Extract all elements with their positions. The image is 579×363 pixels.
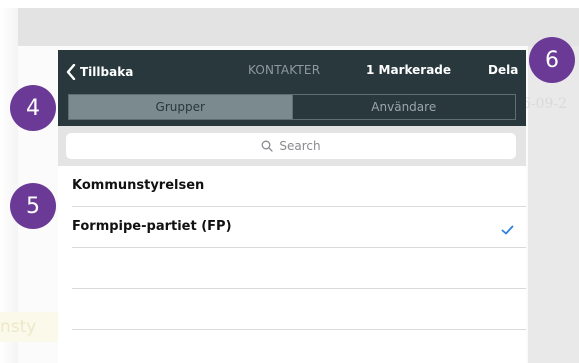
search-placeholder: Search	[279, 139, 321, 153]
background-date-text: 6-09-2	[522, 96, 568, 112]
annotation-badge-5: 5	[10, 183, 56, 229]
navigation-bar: Tillbaka KONTAKTER 1 Markerade Dela	[58, 50, 526, 92]
list-item[interactable]	[72, 248, 526, 289]
search-bar: Search	[58, 126, 526, 166]
list-item-label: Kommunstyrelsen	[72, 178, 205, 193]
list-item[interactable]	[72, 289, 526, 330]
tab-groups[interactable]: Grupper	[69, 95, 292, 119]
selection-count: 1 Markerade	[366, 63, 452, 77]
background-text-snippet: nsty	[0, 312, 60, 342]
annotation-badge-4: 4	[10, 85, 56, 131]
list-item[interactable]: Kommunstyrelsen	[72, 166, 526, 207]
background-edge	[0, 8, 18, 363]
page-title: KONTAKTER	[248, 63, 321, 77]
back-button[interactable]: Tillbaka	[66, 62, 133, 82]
contacts-modal: Tillbaka KONTAKTER 1 Markerade Dela Grup…	[58, 50, 526, 363]
list-item[interactable]: Formpipe-partiet (FP)	[72, 207, 526, 248]
search-icon	[261, 137, 274, 156]
contacts-list: Kommunstyrelsen Formpipe-partiet (FP)	[58, 166, 526, 330]
tab-users[interactable]: Användare	[291, 95, 515, 119]
list-item-label: Formpipe-partiet (FP)	[72, 219, 232, 234]
segmented-control: Grupper Användare	[68, 94, 516, 120]
chevron-left-icon	[66, 64, 76, 80]
search-input[interactable]: Search	[66, 133, 516, 159]
annotation-badge-6: 6	[529, 37, 575, 83]
checkmark-icon	[501, 220, 514, 239]
share-button[interactable]: Dela	[488, 63, 518, 77]
segment-bar: Grupper Användare	[58, 92, 526, 126]
background-sidebar	[528, 46, 579, 363]
back-button-label: Tillbaka	[80, 65, 134, 79]
background-toolbar	[18, 8, 579, 46]
